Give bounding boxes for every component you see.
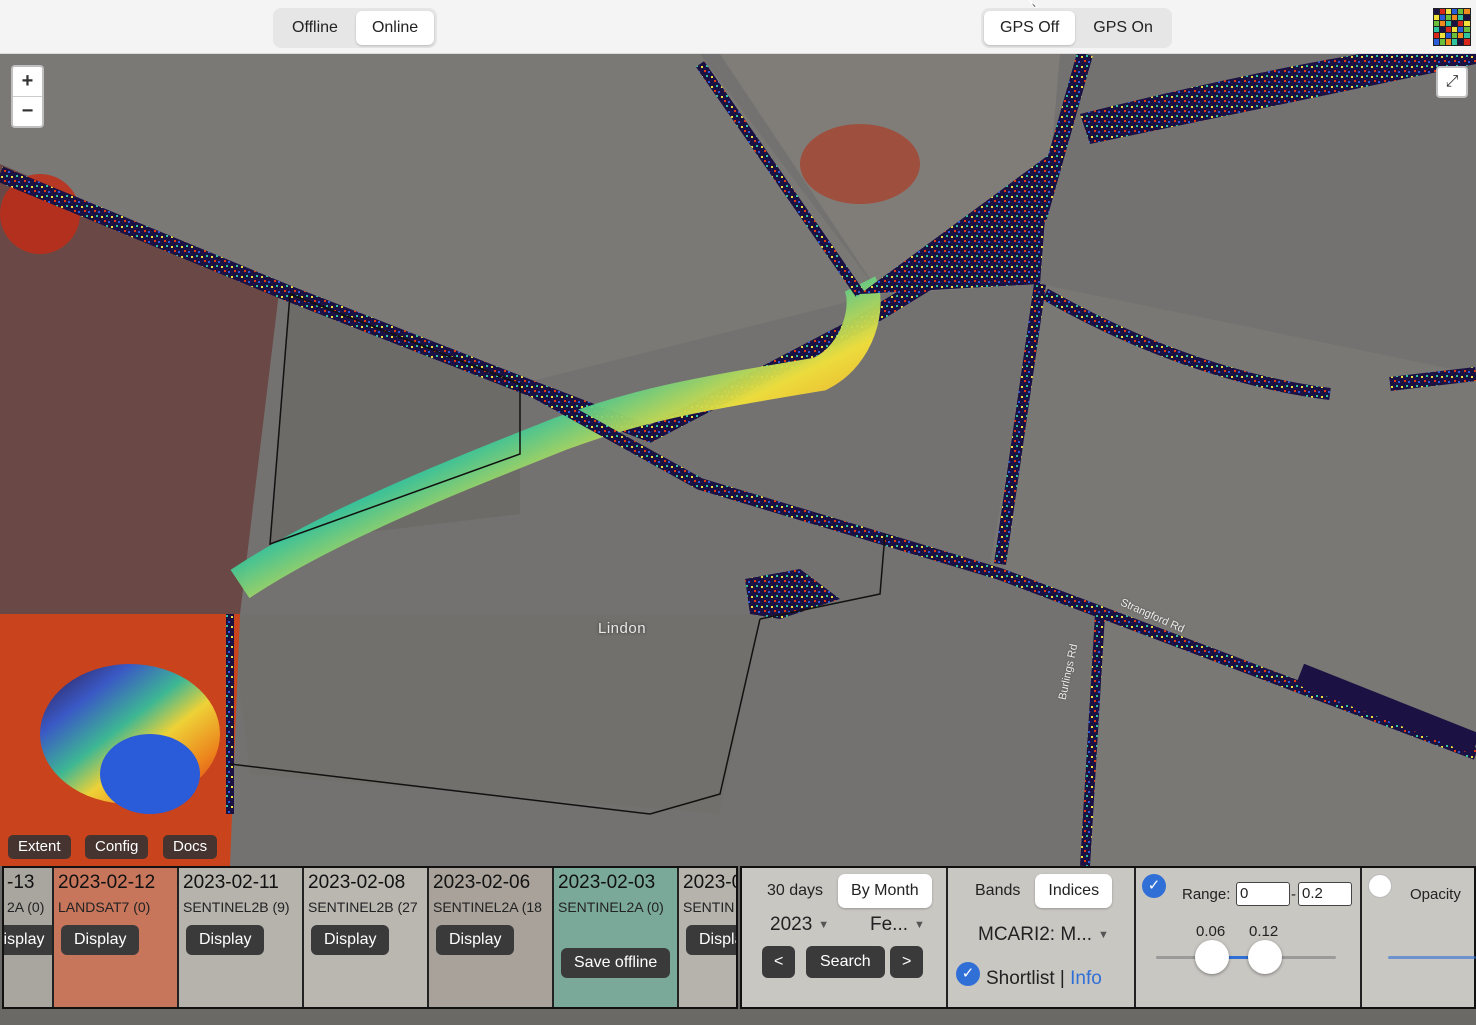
result-sensor: SENTINEL2A (0) <box>558 899 664 915</box>
result-card: 2023-02-06 SENTINEL2A (18 Display <box>429 868 554 1007</box>
chevron-down-icon: ▼ <box>818 918 830 931</box>
check-icon: ✓ <box>961 965 975 982</box>
chevron-down-icon: ▼ <box>914 918 925 931</box>
check-icon: ✓ <box>1147 877 1161 894</box>
result-sensor: LANDSAT7 (0) <box>58 899 151 915</box>
controls-strip: 30 days By Month 2023 ▼ Fe... ▼ < Search >… <box>740 866 1476 1009</box>
result-sensor: SENTINEL2B (27 <box>308 899 418 915</box>
display-button[interactable]: Display <box>436 925 515 955</box>
opacity-panel: Opacity <box>1362 868 1476 1007</box>
satellite-index-overlay <box>0 54 1476 866</box>
info-link[interactable]: Info <box>1070 968 1102 989</box>
range-label: Range: <box>1182 886 1231 903</box>
offline-option[interactable]: Offline <box>276 11 354 45</box>
previous-month-button[interactable]: < <box>762 946 796 978</box>
separator: | <box>1059 968 1065 989</box>
range-low-handle[interactable] <box>1195 940 1229 974</box>
result-date: -13 <box>7 872 35 893</box>
result-sensor: 2A (0) <box>7 899 45 915</box>
online-mode-toggle: Offline Online <box>273 8 438 48</box>
month-value: Fe... <box>870 914 909 935</box>
result-card: 2023-02-08 SENTINEL2B (27 Display <box>304 868 429 1007</box>
opacity-slider[interactable] <box>1388 956 1476 959</box>
result-card: -13 2A (0) Display <box>4 868 54 1007</box>
fullscreen-icon[interactable]: ⤢ <box>1436 66 1468 98</box>
result-card: 2023-02-11 SENTINEL2B (9) Display <box>179 868 304 1007</box>
month-select[interactable]: Fe... ▼ <box>870 914 925 936</box>
display-button[interactable]: Displa <box>686 925 736 955</box>
indices-option[interactable]: Indices <box>1035 874 1113 908</box>
result-date: 2023-0 <box>683 872 738 893</box>
result-sensor: SENTINEL2A (18 <box>433 899 542 915</box>
range-high-handle[interactable] <box>1248 940 1282 974</box>
search-button[interactable]: Search <box>806 946 885 978</box>
online-option[interactable]: Online <box>355 11 435 45</box>
bands-indices-toggle: Bands Indices <box>962 874 1113 910</box>
display-button[interactable]: Display <box>186 925 265 955</box>
opacity-checkbox[interactable] <box>1368 874 1392 898</box>
result-date: 2023-02-11 <box>183 872 279 893</box>
opacity-label: Opacity <box>1410 886 1461 903</box>
result-sensor: SENTINEL2B (9) <box>183 899 290 915</box>
zoom-control: + − <box>11 65 44 128</box>
range-enable-checkbox[interactable]: ✓ <box>1142 874 1166 898</box>
index-select[interactable]: MCARI2: M... ▼ <box>978 924 1109 946</box>
range-low-value: 0.06 <box>1196 923 1226 940</box>
display-button[interactable]: Display <box>61 925 140 955</box>
range-max-input[interactable]: 0.2 <box>1298 882 1352 906</box>
result-date: 2023-02-06 <box>433 872 531 893</box>
next-month-button[interactable]: > <box>890 946 924 978</box>
range-min-input[interactable]: 0 <box>1236 882 1290 906</box>
range-panel: ✓ Range: 0 - 0.2 0.06 0.12 <box>1136 868 1362 1007</box>
extent-button[interactable]: Extent <box>8 835 71 859</box>
display-button[interactable]: Display <box>4 925 52 955</box>
gps-toggle: GPS Off GPS On <box>981 8 1172 48</box>
gps-off-option[interactable]: GPS Off <box>984 11 1076 45</box>
result-card: 2023-0 SENTIN Displa <box>679 868 738 1007</box>
grid-app-icon[interactable] <box>1433 8 1471 46</box>
bands-option[interactable]: Bands <box>962 874 1033 908</box>
shortlist-info-row: Shortlist | Info <box>986 968 1102 990</box>
zoom-in-button[interactable]: + <box>13 67 42 96</box>
place-label: Lindon <box>598 620 647 637</box>
thirty-days-option[interactable]: 30 days <box>754 874 836 908</box>
shortlist-label: Shortlist <box>986 968 1055 989</box>
bottom-panel: -13 2A (0) Display 2023-02-12 LANDSAT7 (… <box>0 866 1476 1025</box>
index-panel: Bands Indices MCARI2: M... ▼ ✓ Shortlist … <box>948 868 1136 1007</box>
date-search-panel: 30 days By Month 2023 ▼ Fe... ▼ < Search > <box>742 868 948 1007</box>
range-high-value: 0.12 <box>1249 923 1279 940</box>
docs-button[interactable]: Docs <box>163 835 218 859</box>
save-offline-button[interactable]: Save offline <box>561 948 671 978</box>
map-view[interactable]: + − ⤢ Lindon Strangford Rd Burlings Rd E… <box>0 54 1476 866</box>
mouse-cursor-icon <box>1028 0 1039 8</box>
result-sensor: SENTIN <box>683 899 735 915</box>
by-month-option[interactable]: By Month <box>838 874 932 908</box>
result-date: 2023-02-03 <box>558 872 656 893</box>
result-card: 2023-02-12 LANDSAT7 (0) Display <box>54 868 179 1007</box>
top-bar: Offline Online GPS Off GPS On <box>0 0 1476 54</box>
gps-on-option[interactable]: GPS On <box>1077 11 1169 45</box>
result-card-selected: 2023-02-03 SENTINEL2A (0) Save offline <box>554 868 679 1007</box>
result-date: 2023-02-12 <box>58 872 156 893</box>
zoom-out-button[interactable]: − <box>13 96 42 126</box>
results-strip[interactable]: -13 2A (0) Display 2023-02-12 LANDSAT7 (… <box>2 866 738 1009</box>
year-value: 2023 <box>770 914 813 935</box>
range-dash: - <box>1291 886 1296 903</box>
config-button[interactable]: Config <box>85 835 149 859</box>
result-date: 2023-02-08 <box>308 872 406 893</box>
display-button[interactable]: Display <box>311 925 390 955</box>
shortlist-checkbox[interactable]: ✓ <box>956 962 980 986</box>
index-value: MCARI2: M... <box>978 924 1093 945</box>
date-range-toggle: 30 days By Month <box>754 874 932 910</box>
chevron-down-icon: ▼ <box>1098 928 1109 941</box>
year-select[interactable]: 2023 ▼ <box>770 914 829 936</box>
